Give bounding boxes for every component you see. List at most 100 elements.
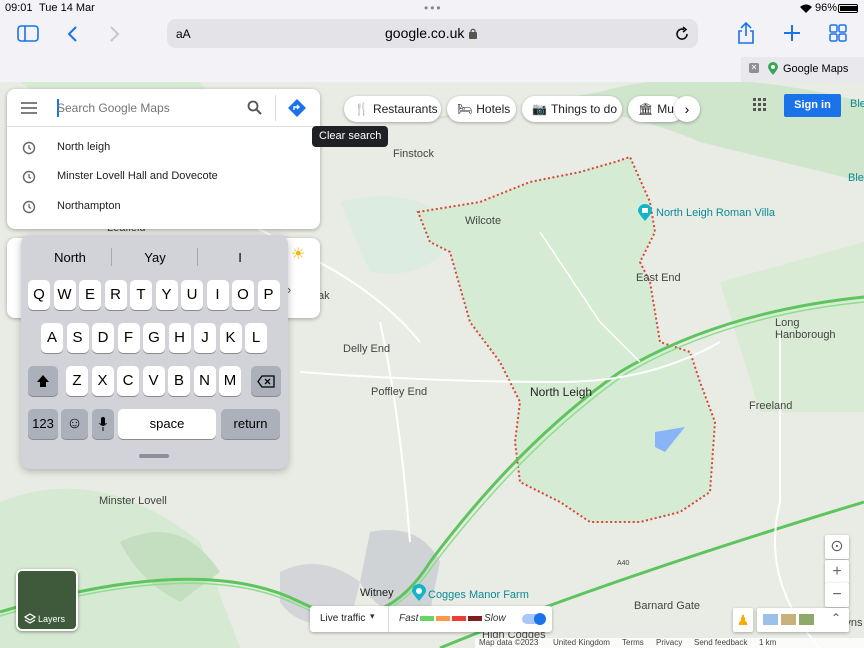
key-t[interactable]: T <box>130 280 152 310</box>
apps-grid-icon[interactable] <box>753 98 767 112</box>
key-h[interactable]: H <box>168 323 191 353</box>
live-traffic-dropdown[interactable]: Live traffic <box>320 613 365 624</box>
url-text[interactable]: google.co.uk <box>385 25 464 41</box>
key-y[interactable]: Y <box>155 280 178 310</box>
chips-scroll-right-icon[interactable]: › <box>674 96 700 122</box>
forward-icon[interactable] <box>109 25 121 43</box>
map-label-roman-villa[interactable]: North Leigh Roman Villa <box>656 207 775 219</box>
search-icon[interactable] <box>247 100 263 116</box>
status-bar: 09:01 Tue 14 Mar ••• 96% <box>0 0 864 18</box>
dropdown-caret-icon[interactable]: ▾ <box>370 611 375 622</box>
zoom-in-button[interactable]: + <box>825 560 849 584</box>
tabs-overview-icon[interactable] <box>829 24 847 42</box>
prediction-1[interactable]: North <box>40 250 100 265</box>
footer-terms-link[interactable]: Terms <box>622 638 644 647</box>
key-s[interactable]: S <box>66 323 89 353</box>
expand-chevrons-icon[interactable]: ⌃ <box>831 611 841 625</box>
space-key[interactable]: space <box>118 409 216 439</box>
key-v[interactable]: V <box>142 366 165 396</box>
tab-google-maps[interactable]: ✕ Google Maps <box>741 57 864 82</box>
key-u[interactable]: U <box>181 280 203 310</box>
prediction-3[interactable]: I <box>210 250 270 265</box>
new-tab-icon[interactable] <box>783 24 801 42</box>
key-j[interactable]: J <box>194 323 216 353</box>
chip-restaurants[interactable]: 🍴 Restaurants <box>344 96 441 122</box>
key-i[interactable]: I <box>206 280 229 310</box>
key-e[interactable]: E <box>79 280 101 310</box>
map-label-cogges[interactable]: Cogges Manor Farm <box>428 589 529 601</box>
dictation-key[interactable] <box>92 409 114 439</box>
multitask-dots-icon[interactable]: ••• <box>424 1 443 15</box>
museum-pin-icon[interactable] <box>638 204 652 222</box>
key-d[interactable]: D <box>92 323 114 353</box>
close-tab-icon[interactable]: ✕ <box>749 63 759 73</box>
chip-hotels[interactable]: 🛏 Hotels <box>447 96 516 122</box>
google-maps-favicon-icon <box>768 62 778 75</box>
footer-feedback-link[interactable]: Send feedback <box>694 638 747 647</box>
key-q[interactable]: Q <box>28 280 50 310</box>
minus-icon: − <box>832 586 842 603</box>
key-m[interactable]: M <box>219 366 241 396</box>
footer-region[interactable]: United Kingdom <box>553 638 610 647</box>
key-x[interactable]: X <box>91 366 114 396</box>
emoji-key[interactable]: ☺ <box>61 409 88 439</box>
map-thumb-icon[interactable] <box>763 614 778 625</box>
map-label-freeland: Freeland <box>749 400 793 412</box>
address-bar[interactable]: aA google.co.uk <box>167 19 698 48</box>
return-key[interactable]: return <box>221 409 280 439</box>
sign-in-button[interactable]: Sign in <box>784 94 841 117</box>
key-r[interactable]: R <box>104 280 127 310</box>
prediction-2[interactable]: Yay <box>125 250 185 265</box>
sidebar-icon[interactable] <box>17 25 39 42</box>
emoji-icon: ☺ <box>66 415 83 432</box>
back-icon[interactable] <box>66 25 78 43</box>
recent-search-item[interactable]: North leigh <box>7 133 320 161</box>
pegman-button[interactable]: ♟ <box>733 608 753 632</box>
search-separator <box>7 126 320 127</box>
chip-things-to-do[interactable]: 📷 Things to do <box>522 96 622 122</box>
recent-search-item[interactable]: Northampton <box>7 193 320 221</box>
keyboard-drag-handle[interactable] <box>139 454 169 458</box>
directions-icon[interactable] <box>288 99 306 117</box>
share-icon[interactable] <box>737 22 755 44</box>
map-label-finstock: Finstock <box>393 148 434 160</box>
layers-button[interactable]: Layers <box>16 569 78 631</box>
status-date: Tue 14 Mar <box>39 2 95 14</box>
attraction-pin-icon[interactable] <box>412 584 426 602</box>
shift-icon <box>37 375 49 387</box>
key-k[interactable]: K <box>219 323 242 353</box>
plus-icon: + <box>832 563 842 580</box>
key-a[interactable]: A <box>41 323 63 353</box>
history-icon <box>22 141 36 155</box>
reader-text-size-button[interactable]: aA <box>176 27 191 41</box>
terrain-thumb-icon[interactable] <box>781 614 796 625</box>
numbers-key[interactable]: 123 <box>28 409 58 439</box>
status-time: 09:01 <box>5 2 33 14</box>
search-input[interactable] <box>57 97 237 119</box>
my-location-button[interactable]: ⊙ <box>825 535 849 559</box>
shift-key[interactable] <box>28 366 58 396</box>
satellite-thumb-icon[interactable] <box>799 614 814 625</box>
delete-key[interactable] <box>251 366 281 396</box>
key-l[interactable]: L <box>245 323 267 353</box>
key-z[interactable]: Z <box>66 366 88 396</box>
traffic-toggle[interactable] <box>522 613 546 625</box>
key-w[interactable]: W <box>53 280 76 310</box>
recent-search-item[interactable]: Minster Lovell Hall and Dovecote <box>7 163 320 191</box>
search-panel: North leigh Minster Lovell Hall and Dove… <box>7 89 320 229</box>
footer-privacy-link[interactable]: Privacy <box>656 638 682 647</box>
key-f[interactable]: F <box>117 323 140 353</box>
reload-icon[interactable] <box>675 26 689 41</box>
menu-icon[interactable] <box>21 102 37 114</box>
recent-search-label: North leigh <box>57 141 111 153</box>
key-b[interactable]: B <box>168 366 190 396</box>
key-g[interactable]: G <box>143 323 165 353</box>
key-o[interactable]: O <box>232 280 254 310</box>
key-n[interactable]: N <box>193 366 216 396</box>
key-p[interactable]: P <box>257 280 280 310</box>
key-c[interactable]: C <box>117 366 139 396</box>
map-label-poffley-end: Poffley End <box>371 386 428 398</box>
imagery-strip[interactable]: ⌃ <box>757 608 849 632</box>
traffic-swatch-very-slow <box>468 616 482 621</box>
zoom-out-button[interactable]: − <box>825 583 849 607</box>
